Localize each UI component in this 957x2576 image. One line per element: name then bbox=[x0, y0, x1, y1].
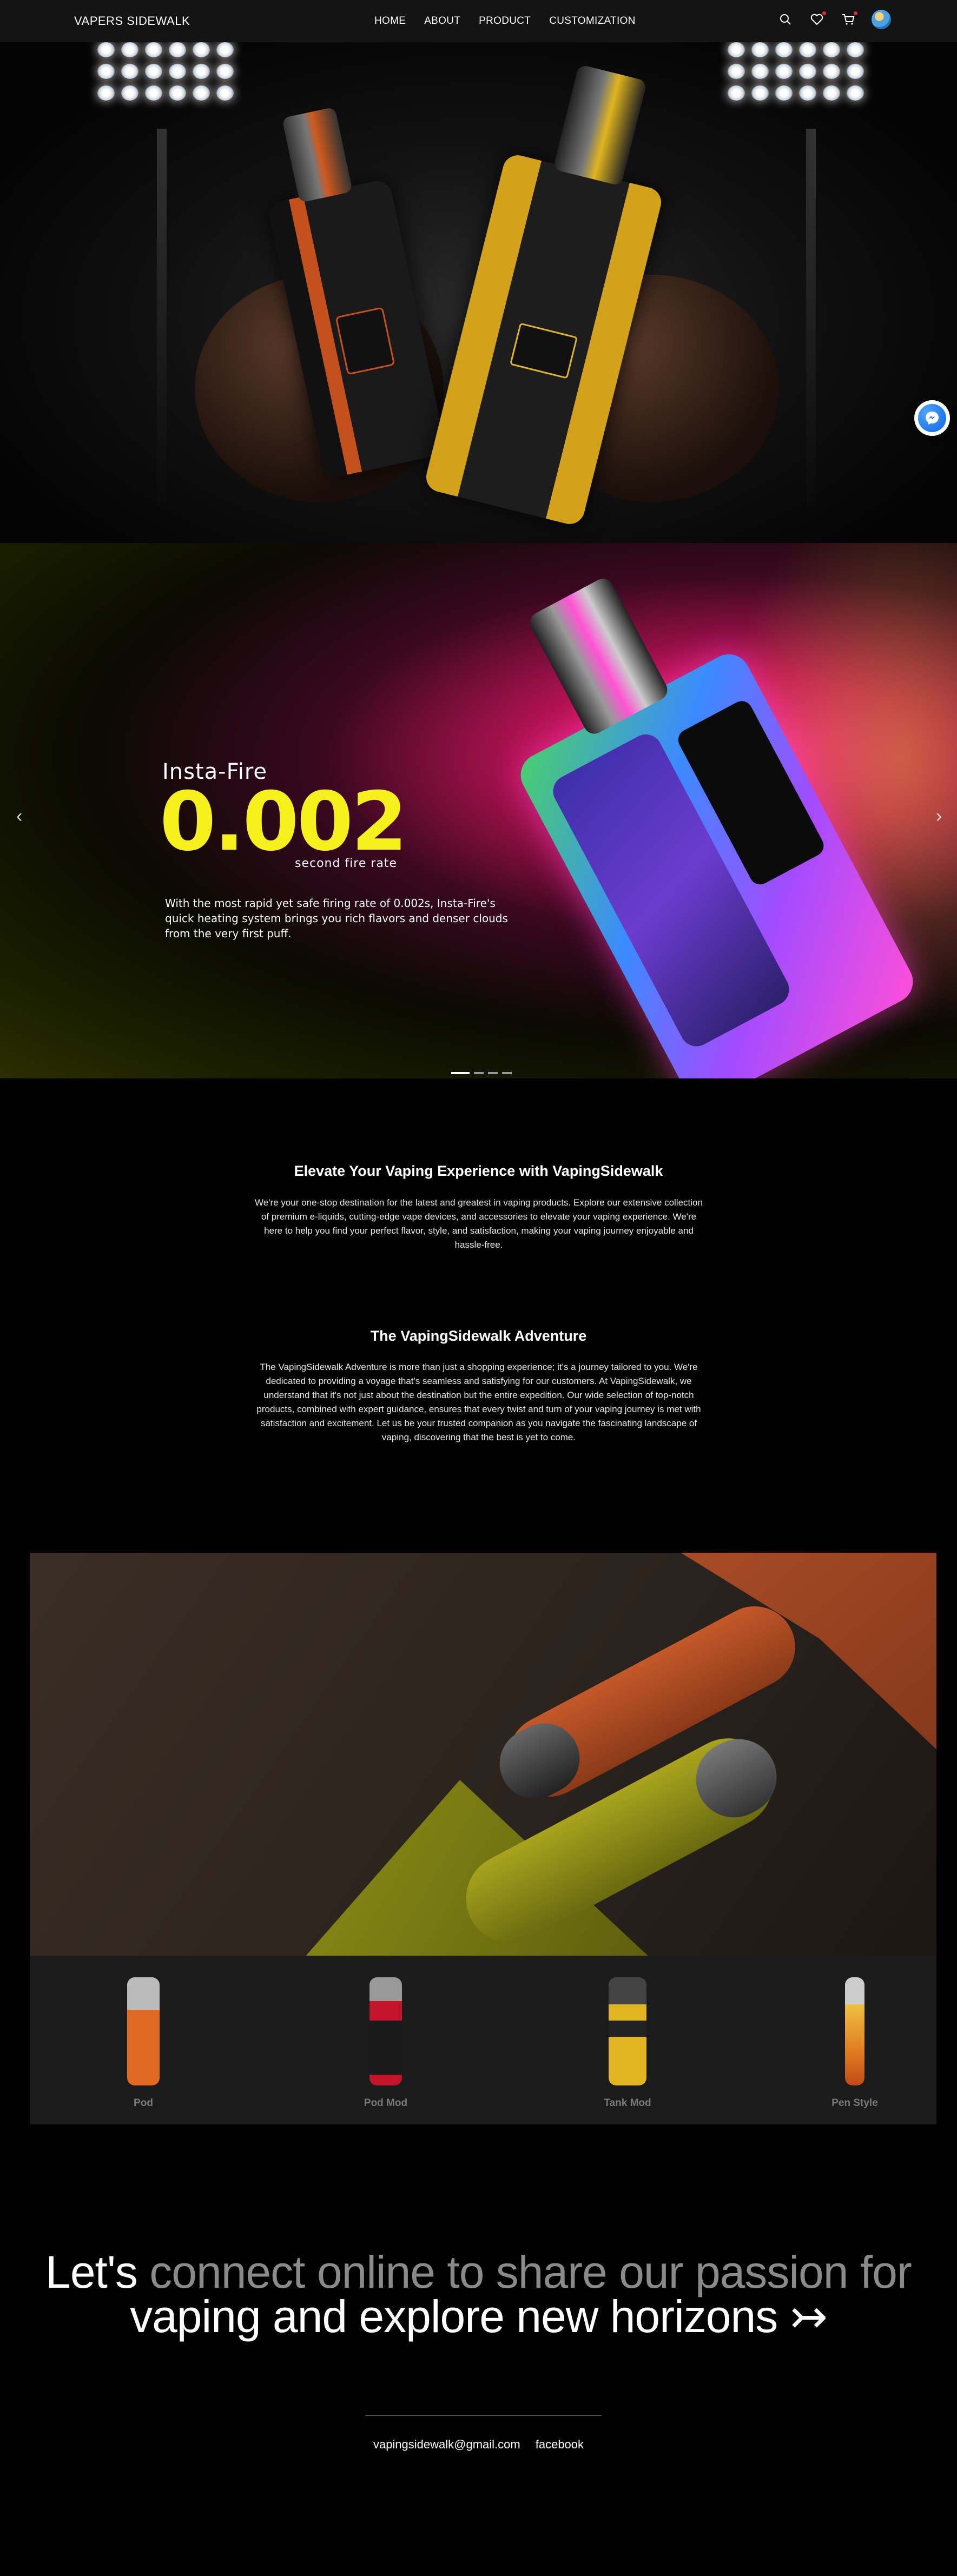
intro-title: Elevate Your Vaping Experience with Vapi… bbox=[294, 1163, 663, 1179]
stadium-light-left bbox=[97, 42, 260, 123]
slider-next-arrow-icon[interactable]: › bbox=[936, 806, 942, 827]
stadium-pole-right bbox=[806, 129, 816, 507]
top-navigation: VAPERS SIDEWALK HOME ABOUT PRODUCT CUSTO… bbox=[0, 0, 957, 42]
category-label: Pod Mod bbox=[364, 2097, 408, 2109]
cta-text-gray: connect online to share our passion for bbox=[149, 2247, 912, 2297]
slider-dot[interactable] bbox=[474, 1072, 484, 1074]
cta-text-white: vaping and explore new horizons bbox=[130, 2291, 778, 2342]
category-label: Pod bbox=[134, 2097, 153, 2109]
menu-product[interactable]: PRODUCT bbox=[479, 15, 531, 27]
brand-logo[interactable]: VAPERS SIDEWALK bbox=[74, 14, 190, 28]
contact-headline: Let's connect online to share our passio… bbox=[0, 2247, 957, 2342]
search-icon[interactable] bbox=[777, 11, 794, 28]
slider-dot[interactable] bbox=[502, 1072, 512, 1074]
category-strip: Pod Pod Mod Tank Mod Pen Style bbox=[30, 1956, 936, 2124]
messenger-icon bbox=[918, 404, 946, 432]
arrow-right-icon: ↣ bbox=[789, 2291, 828, 2342]
pen-style-thumbnail bbox=[845, 1977, 864, 2085]
slider-dot[interactable] bbox=[488, 1072, 498, 1074]
tank-mod-thumbnail bbox=[609, 1977, 646, 2085]
adventure-body: The VapingSidewalk Adventure is more tha… bbox=[256, 1362, 701, 1442]
slider-pagination bbox=[451, 1072, 512, 1074]
menu-customization[interactable]: CUSTOMIZATION bbox=[549, 15, 635, 27]
category-label: Pen Style bbox=[831, 2097, 878, 2109]
heart-icon[interactable] bbox=[809, 11, 826, 28]
email-link[interactable]: vapingsidewalk@gmail.com bbox=[373, 2438, 520, 2452]
category-label: Tank Mod bbox=[604, 2097, 651, 2109]
slide-headline-value: 0.002 bbox=[160, 775, 407, 869]
avatar[interactable] bbox=[872, 10, 891, 29]
wishlist-badge bbox=[822, 11, 826, 15]
slider-prev-arrow-icon[interactable]: ‹ bbox=[16, 806, 22, 827]
main-menu: HOME ABOUT PRODUCT CUSTOMIZATION bbox=[374, 15, 636, 27]
messenger-chat-button[interactable] bbox=[914, 400, 950, 436]
contact-links: vapingsidewalk@gmail.com facebook bbox=[0, 2438, 957, 2452]
adventure-title: The VapingSidewalk Adventure bbox=[370, 1328, 587, 1344]
nav-icons bbox=[777, 10, 891, 29]
stadium-light-right bbox=[728, 42, 890, 123]
cart-icon[interactable] bbox=[840, 11, 857, 28]
intro-body: We're your one-stop destination for the … bbox=[255, 1197, 703, 1250]
stadium-pole-left bbox=[157, 129, 167, 507]
cta-text-white: Let's bbox=[45, 2247, 138, 2297]
category-tank-mod[interactable]: Tank Mod bbox=[573, 1956, 682, 2124]
pod-mod-thumbnail bbox=[369, 1977, 402, 2085]
cart-badge bbox=[854, 11, 857, 15]
product-slider bbox=[0, 543, 957, 1078]
divider bbox=[365, 2415, 602, 2416]
category-pen-style[interactable]: Pen Style bbox=[801, 1956, 909, 2124]
menu-home[interactable]: HOME bbox=[374, 15, 406, 27]
feature-product-image bbox=[30, 1553, 936, 1956]
slider-dot[interactable] bbox=[451, 1072, 470, 1074]
slide-description: With the most rapid yet safe firing rate… bbox=[165, 897, 508, 940]
hero-banner-image bbox=[0, 42, 957, 543]
pod-thumbnail bbox=[127, 1977, 160, 2085]
menu-about[interactable]: ABOUT bbox=[424, 15, 460, 27]
slide-value-unit: second fire rate bbox=[295, 857, 398, 870]
category-pod-mod[interactable]: Pod Mod bbox=[332, 1956, 440, 2124]
category-pod[interactable]: Pod bbox=[89, 1956, 197, 2124]
facebook-link[interactable]: facebook bbox=[536, 2438, 584, 2452]
